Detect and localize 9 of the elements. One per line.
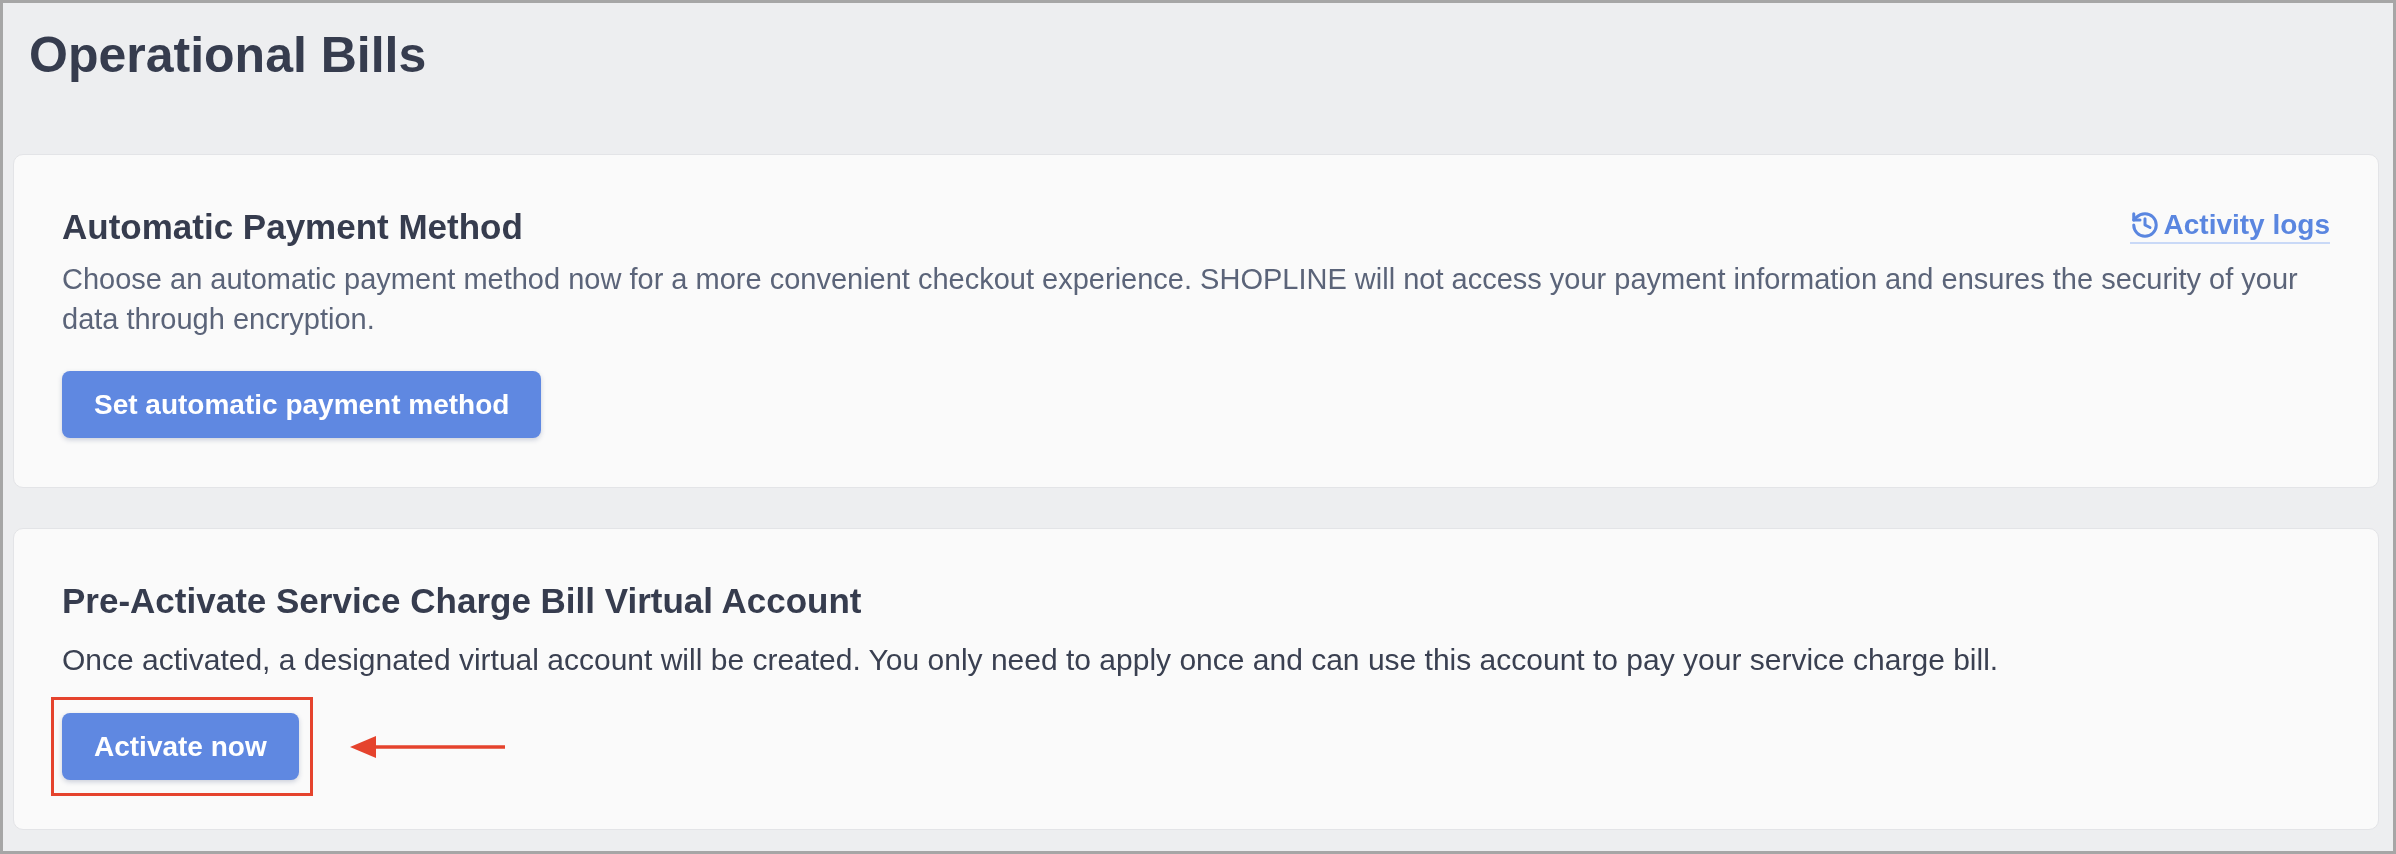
action-button[interactable]: Activate now (62, 713, 299, 780)
section-description: Once activated, a designated virtual account will be created. You only need to apply once and can use this account to pay your service charge bill. (62, 642, 2000, 678)
section-description: Choose an automatic payment method now for a more convenient checkout experience. SHOPLINE will not access your payment information and ensures the security of your data through encryption. (62, 262, 2299, 337)
section-title: Automatic Payment Method (62, 206, 523, 248)
history-icon (2129, 210, 2160, 240)
page-title: Operational Bills (29, 26, 427, 85)
section-title: Pre-Activate Service Charge Bill Virtual Account (62, 580, 862, 622)
action-button[interactable]: Set automatic payment method (62, 371, 542, 438)
activity-logs-link[interactable]: Activity logs (2129, 208, 2330, 244)
